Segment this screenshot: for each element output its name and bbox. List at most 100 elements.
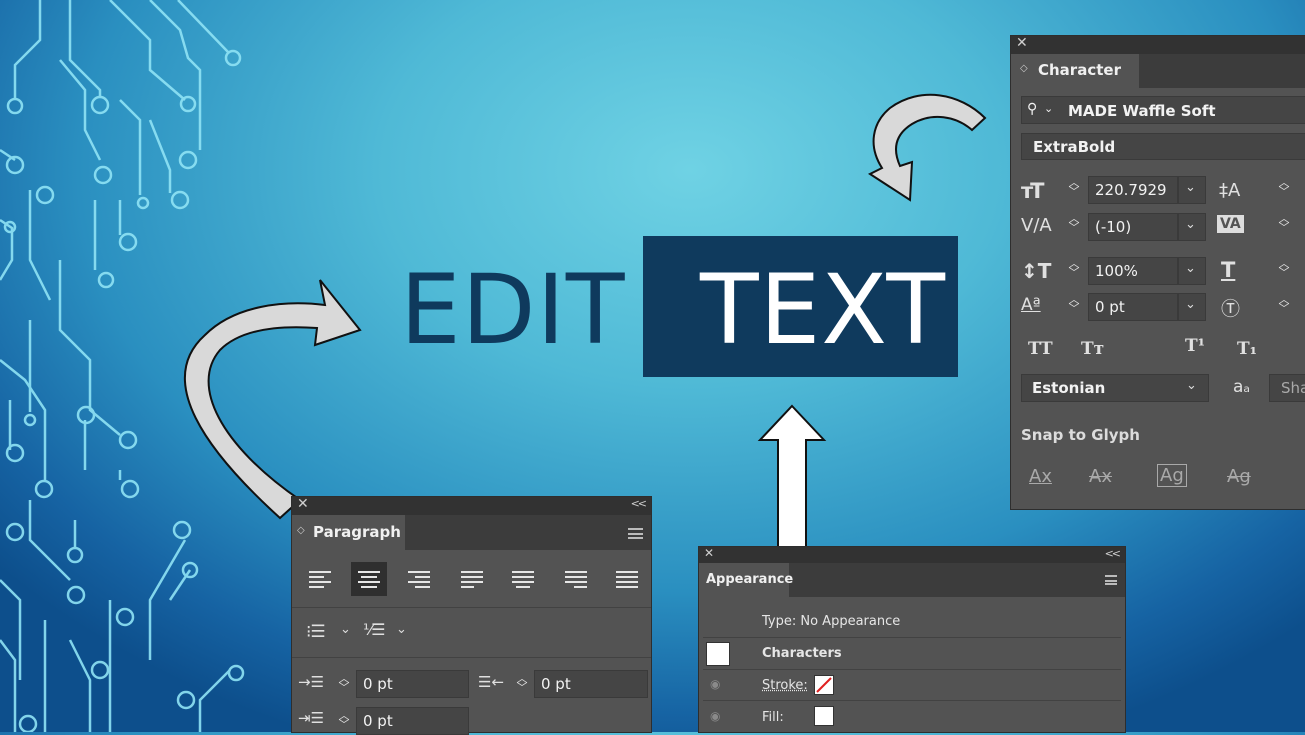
font-size-icon: тT (1021, 179, 1044, 203)
numbered-list-icon[interactable]: ⅟☰ (363, 620, 385, 639)
panel-menu-icon[interactable] (1105, 575, 1117, 585)
snap-to-glyph-label: Snap to Glyph (1021, 426, 1140, 444)
font-style-value: ExtraBold (1033, 138, 1116, 156)
baseline-shift-icon: Aª (1021, 295, 1041, 315)
font-size-field[interactable]: 220.7929 (1088, 176, 1178, 204)
snap-proximity-icon[interactable]: Ag (1227, 466, 1251, 487)
stroke-label[interactable]: Stroke: (762, 678, 808, 693)
rotation-stepper[interactable]: ︿ ﹀ (1277, 294, 1291, 314)
tracking-stepper[interactable]: ︿ ﹀ (1277, 213, 1291, 233)
character-panel-titlebar: ✕ (1011, 35, 1305, 54)
justify-all-icon[interactable] (616, 571, 638, 588)
vertical-scale-stepper[interactable]: ︿ ﹀ (1067, 258, 1081, 278)
eye-icon[interactable]: ◉ (710, 677, 720, 691)
language-select[interactable]: Estonian ⌄ (1021, 374, 1209, 402)
right-indent-field[interactable]: 0 pt (534, 670, 648, 698)
left-indent-icon: →☰ (298, 673, 325, 691)
collapse-icon: ◇ (297, 525, 305, 536)
kerning-icon: V/A (1021, 215, 1052, 236)
kerning-stepper[interactable]: ︿ ﹀ (1067, 213, 1081, 233)
fill-swatch[interactable] (814, 706, 834, 726)
curved-arrow-top (867, 93, 987, 202)
tab-paragraph-label: Paragraph (313, 523, 401, 541)
curved-arrow-left (184, 279, 362, 520)
tab-appearance-label: Appearance (706, 572, 794, 587)
appearance-tab-row: Appearance (699, 563, 1125, 597)
close-icon[interactable]: ✕ (704, 546, 714, 560)
align-left-icon[interactable] (309, 571, 331, 588)
appearance-panel-titlebar: ✕ << (699, 546, 1125, 563)
first-line-indent-icon: ⇥☰ (298, 709, 325, 727)
anti-aliasing-value: Sha (1281, 379, 1305, 397)
collapse-icon: ◇ (1020, 63, 1028, 74)
justify-center-icon[interactable] (512, 571, 534, 588)
all-caps-icon[interactable]: TT (1028, 339, 1053, 359)
right-indent-value: 0 pt (541, 675, 571, 693)
baseline-shift-dropdown[interactable]: ⌄ (1178, 293, 1206, 321)
baseline-shift-field[interactable]: 0 pt (1088, 293, 1178, 321)
first-line-indent-stepper[interactable]: ︿ ﹀ (337, 710, 351, 730)
subscript-icon[interactable]: T₁ (1237, 339, 1257, 359)
align-right-icon[interactable] (408, 571, 430, 588)
eye-icon[interactable]: ◉ (710, 709, 720, 723)
appearance-panel: ✕ << Appearance Type: No Appearance Char… (699, 546, 1125, 732)
chevron-down-icon[interactable]: ⌄ (396, 622, 407, 637)
small-caps-icon[interactable]: Tт (1081, 339, 1104, 359)
close-icon[interactable]: ✕ (1016, 35, 1028, 51)
collapse-double-arrow-icon[interactable]: << (1105, 547, 1122, 560)
rotation-icon: Ⓣ (1221, 298, 1241, 320)
vertical-scale-dropdown[interactable]: ⌄ (1178, 257, 1206, 285)
horizontal-scale-icon: T (1221, 258, 1236, 282)
snap-x-height-icon[interactable]: Ax (1089, 466, 1112, 487)
panel-menu-icon[interactable] (628, 528, 643, 539)
headline-text: TEXT (700, 254, 947, 366)
first-line-indent-value: 0 pt (363, 712, 393, 730)
tab-appearance[interactable]: Appearance (699, 563, 793, 597)
up-arrow (757, 404, 827, 551)
superscript-icon[interactable]: T¹ (1185, 336, 1205, 356)
left-indent-field[interactable]: 0 pt (356, 670, 469, 698)
font-size-stepper[interactable]: ︿ ﹀ (1067, 177, 1081, 197)
left-indent-value: 0 pt (363, 675, 393, 693)
vertical-scale-field[interactable]: 100% (1088, 257, 1178, 285)
characters-label: Characters (762, 646, 842, 661)
font-size-value: 220.7929 (1095, 181, 1167, 199)
right-indent-stepper[interactable]: ︿ ﹀ (515, 673, 529, 693)
close-icon[interactable]: ✕ (297, 496, 309, 512)
baseline-shift-stepper[interactable]: ︿ ﹀ (1067, 294, 1081, 314)
tab-paragraph[interactable]: ◇ Paragraph (292, 515, 405, 550)
bullet-list-icon[interactable]: ⁝☰ (306, 622, 326, 642)
kerning-value: (-10) (1095, 218, 1132, 236)
vertical-scale-value: 100% (1095, 262, 1138, 280)
align-center-button[interactable] (351, 562, 387, 596)
font-family-field[interactable]: ⚲ ⌄ MADE Waffle Soft (1021, 96, 1305, 124)
first-line-indent-field[interactable]: 0 pt (356, 707, 469, 735)
font-size-dropdown[interactable]: ⌄ (1178, 176, 1206, 204)
leading-stepper[interactable]: ︿ ﹀ (1277, 177, 1291, 197)
align-center-icon (358, 571, 380, 588)
chevron-down-icon[interactable]: ⌄ (340, 622, 351, 637)
kerning-field[interactable]: (-10) (1088, 213, 1178, 241)
font-family-value: MADE Waffle Soft (1068, 102, 1216, 120)
snap-glyph-bounds-icon[interactable]: Ag (1157, 464, 1187, 487)
anti-aliasing-select[interactable]: Sha (1269, 374, 1305, 402)
horizontal-scale-stepper[interactable]: ︿ ﹀ (1277, 258, 1291, 278)
fill-label: Fill: (762, 710, 784, 725)
font-style-field[interactable]: ExtraBold (1021, 133, 1305, 160)
search-icon: ⚲ (1027, 101, 1038, 117)
stroke-swatch-none[interactable] (814, 675, 834, 695)
tab-character[interactable]: ◇ Character (1011, 54, 1139, 88)
left-indent-stepper[interactable]: ︿ ﹀ (337, 673, 351, 693)
snap-baseline-icon[interactable]: Ax (1029, 466, 1052, 487)
justify-left-icon[interactable] (461, 571, 483, 588)
kerning-dropdown[interactable]: ⌄ (1178, 213, 1206, 241)
chevron-down-icon: ⌄ (1044, 102, 1054, 115)
leading-icon: ‡A (1219, 180, 1241, 201)
right-indent-icon: ☰← (478, 673, 505, 691)
collapse-double-arrow-icon[interactable]: << (631, 497, 648, 510)
anti-aliasing-icon: aₐ (1233, 377, 1251, 397)
justify-right-icon[interactable] (565, 571, 587, 588)
headline-edit: EDIT (400, 254, 626, 366)
baseline-shift-value: 0 pt (1095, 298, 1125, 316)
characters-swatch[interactable] (706, 642, 730, 666)
